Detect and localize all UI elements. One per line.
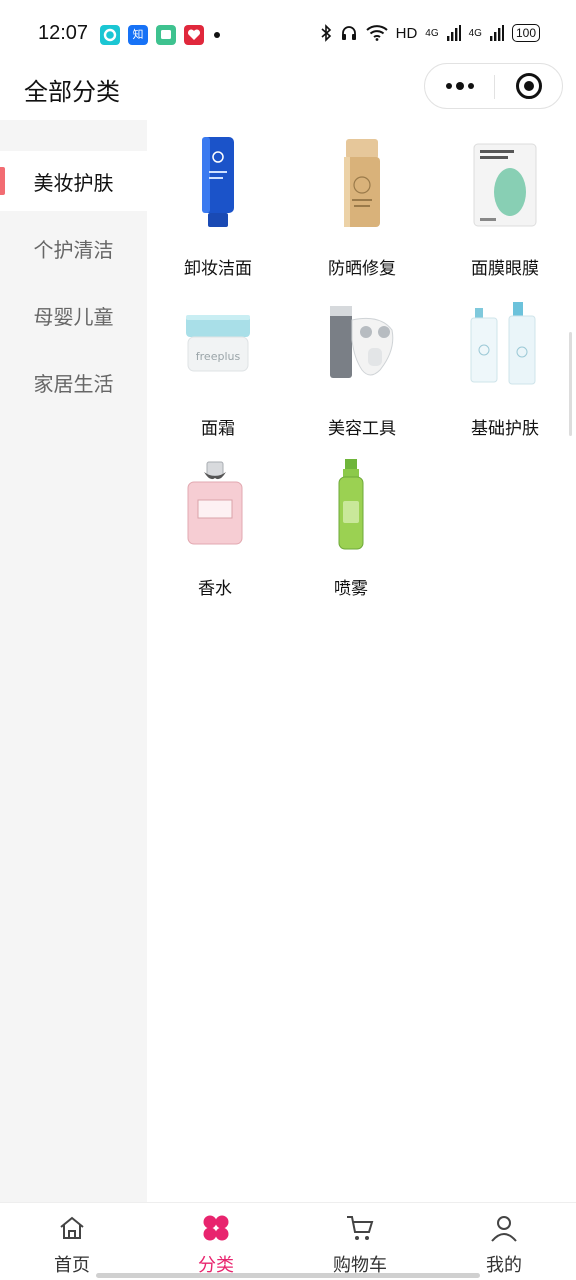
tab-category[interactable]: 分类 <box>144 1203 288 1280</box>
headphones-icon <box>341 26 356 40</box>
status-time: 12:07 <box>38 22 89 44</box>
category-grid: 卸妆洁面 防晒修复 面膜眼膜 freeplus 面霜 美容工具 基础护肤 香水 … <box>147 120 576 1202</box>
battery-indicator: 100 <box>511 24 540 42</box>
category-item-face-mask[interactable]: 面膜眼膜 <box>440 130 570 280</box>
status-bar: 12:07 知 HD 4G 4G 100 <box>0 0 576 70</box>
cart-icon <box>345 1213 375 1243</box>
sidebar-item-label: 个护清洁 <box>33 237 114 262</box>
page-title: 全部分类 <box>24 78 120 106</box>
category-label: 防晒修复 <box>328 259 396 279</box>
sidebar-item-label: 美妆护肤 <box>33 170 114 195</box>
message-icon <box>156 25 176 45</box>
category-item-cleanser[interactable]: 卸妆洁面 <box>153 130 283 280</box>
sidebar-item-beauty-skincare[interactable]: 美妆护肤 <box>0 151 147 211</box>
beauty-device-icon <box>312 290 412 400</box>
tab-home[interactable]: 首页 <box>0 1203 144 1280</box>
app-ring-icon <box>100 25 120 45</box>
category-label: 面霜 <box>201 419 235 439</box>
category-label: 基础护肤 <box>471 419 539 439</box>
svg-text:freeplus: freeplus <box>196 350 241 363</box>
tab-profile[interactable]: 我的 <box>432 1203 576 1280</box>
cream-jar-icon: freeplus <box>168 290 268 400</box>
category-label: 面膜眼膜 <box>471 259 539 279</box>
target-circle-icon <box>516 73 542 99</box>
signal-1-icon <box>446 25 461 41</box>
category-item-basic-skincare[interactable]: 基础护肤 <box>440 290 570 440</box>
cleanser-tube-icon <box>168 130 268 240</box>
category-sidebar: 美妆护肤 个护清洁 母婴儿童 家居生活 <box>0 120 147 1202</box>
sunscreen-bottle-icon <box>312 130 412 240</box>
sidebar-item-mother-baby[interactable]: 母婴儿童 <box>0 285 147 345</box>
signal-2-icon <box>489 25 504 41</box>
category-item-perfume[interactable]: 香水 <box>150 450 280 600</box>
dot-icon <box>445 83 452 89</box>
notification-icons: 知 <box>100 25 220 45</box>
sidebar-item-personal-care[interactable]: 个护清洁 <box>0 218 147 278</box>
category-label: 喷雾 <box>334 579 368 599</box>
user-icon <box>489 1213 519 1243</box>
system-icons: HD 4G 4G 100 <box>320 24 540 42</box>
signal-2-label: 4G <box>468 27 482 39</box>
sidebar-item-label: 家居生活 <box>33 371 114 396</box>
category-item-spray[interactable]: 喷雾 <box>286 450 416 600</box>
skincare-set-icon <box>455 290 555 400</box>
tab-cart[interactable]: 购物车 <box>288 1203 432 1280</box>
mini-program-capsule <box>424 63 563 109</box>
category-label: 卸妆洁面 <box>184 259 252 279</box>
sidebar-item-label: 母婴儿童 <box>33 304 114 329</box>
category-item-face-cream[interactable]: freeplus 面霜 <box>153 290 283 440</box>
home-indicator[interactable] <box>96 1273 480 1278</box>
bottom-tab-bar: 首页 分类 购物车 我的 <box>0 1202 576 1280</box>
page-header: 全部分类 <box>0 63 576 120</box>
dot-icon <box>455 82 464 90</box>
bluetooth-icon <box>321 24 331 42</box>
category-label: 香水 <box>198 579 232 599</box>
zhihu-icon: 知 <box>128 25 148 45</box>
category-flower-icon <box>201 1213 231 1243</box>
close-mini-program-button[interactable] <box>495 64 563 108</box>
heart-app-icon <box>184 25 204 45</box>
dot-icon <box>467 83 474 89</box>
more-options-button[interactable] <box>425 64 494 108</box>
category-item-beauty-tools[interactable]: 美容工具 <box>297 290 427 440</box>
sidebar-item-home-living[interactable]: 家居生活 <box>0 352 147 412</box>
network-type: HD <box>395 24 418 42</box>
spray-bottle-icon <box>301 450 401 560</box>
perfume-bottle-icon <box>165 450 265 560</box>
category-item-sunscreen[interactable]: 防晒修复 <box>297 130 427 280</box>
face-mask-pack-icon <box>455 130 555 240</box>
scrollbar[interactable] <box>569 332 572 436</box>
home-icon <box>57 1213 87 1243</box>
more-notifications-dot <box>214 32 220 38</box>
wifi-icon <box>365 25 388 41</box>
category-label: 美容工具 <box>328 419 396 439</box>
signal-1-label: 4G <box>425 27 439 39</box>
